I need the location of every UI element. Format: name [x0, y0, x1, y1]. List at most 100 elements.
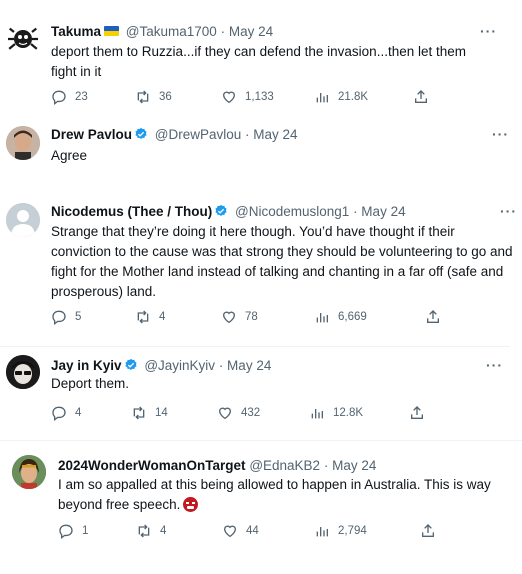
- tweet-header: Takuma @Takuma1700 · May 24: [51, 23, 273, 41]
- retweet-icon: [137, 310, 149, 324]
- tweet-text: Deport them.: [51, 376, 130, 391]
- view-count: 21.8K: [338, 91, 369, 103]
- share-button[interactable]: [409, 404, 433, 422]
- tweet-actions: 23 36 1,133 21.8K: [51, 88, 451, 106]
- more-options-button[interactable]: ···: [480, 23, 497, 39]
- avatar-image: [8, 27, 38, 50]
- tweet-takuma[interactable]: Takuma @Takuma1700 · May 24 ··· deport t…: [0, 0, 522, 110]
- like-count: 432: [241, 407, 261, 419]
- timestamp[interactable]: · May 24: [353, 204, 406, 219]
- like-count: 1,133: [245, 91, 274, 103]
- tweet-text: Strange that they’re doing it here thoug…: [51, 224, 513, 299]
- display-name[interactable]: Drew Pavlou: [51, 127, 132, 142]
- display-name[interactable]: Nicodemus (Thee / Thou): [51, 204, 212, 219]
- views-chart-icon: [311, 409, 323, 419]
- timestamp[interactable]: · May 24: [221, 24, 274, 39]
- ukraine-flag-icon: [104, 26, 120, 36]
- retweet-count: 4: [159, 311, 166, 323]
- views-chart-icon: [316, 313, 328, 323]
- reply-count: 5: [75, 311, 82, 323]
- retweet-count: 36: [159, 91, 172, 103]
- more-options-button[interactable]: ···: [486, 357, 503, 373]
- like-button[interactable]: 1,133: [221, 88, 274, 106]
- views-chart-icon: [316, 527, 328, 537]
- tweet-wonderwoman[interactable]: 2024WonderWomanOnTarget @EdnaKB2 · May 2…: [0, 441, 522, 574]
- reply-button[interactable]: 5: [51, 308, 81, 326]
- views-button[interactable]: 12.8K: [309, 404, 363, 422]
- retweet-button[interactable]: 36: [135, 88, 172, 106]
- tweet-nicodemus[interactable]: Nicodemus (Thee / Thou) @Nicodemuslong1 …: [0, 193, 522, 333]
- tweet-header: Drew Pavlou @DrewPavlou · May 24: [51, 126, 298, 144]
- share-icon: [415, 90, 427, 103]
- view-count: 12.8K: [333, 407, 364, 419]
- avatar[interactable]: [6, 22, 40, 56]
- reply-button[interactable]: 4: [51, 404, 81, 422]
- retweet-button[interactable]: 4: [136, 522, 166, 540]
- views-button[interactable]: 2,794: [314, 522, 367, 540]
- timestamp[interactable]: · May 24: [219, 358, 272, 373]
- reply-count: 23: [75, 91, 88, 103]
- reply-icon: [59, 524, 73, 539]
- avatar[interactable]: [6, 355, 40, 389]
- tweet-text: I am so appalled at this being allowed t…: [58, 475, 508, 515]
- tweet-drew-pavlou[interactable]: Drew Pavlou @DrewPavlou · May 24 ··· Agr…: [0, 112, 522, 192]
- like-count: 44: [246, 525, 259, 537]
- share-button[interactable]: [425, 308, 449, 326]
- view-count: 6,669: [338, 311, 367, 323]
- views-button[interactable]: 6,669: [314, 308, 367, 326]
- tweet-text: Agree: [51, 148, 88, 163]
- share-icon: [422, 524, 434, 537]
- avatar-image: [12, 455, 46, 489]
- tweet-text: deport them to Ruzzia...if they can defe…: [51, 44, 466, 79]
- like-button[interactable]: 44: [222, 522, 259, 540]
- like-count: 78: [245, 311, 258, 323]
- handle[interactable]: @Takuma1700: [126, 24, 217, 39]
- timestamp[interactable]: · May 24: [245, 127, 298, 142]
- retweet-icon: [137, 90, 149, 104]
- views-button[interactable]: 21.8K: [314, 88, 368, 106]
- reply-icon: [52, 90, 66, 105]
- reply-button[interactable]: 23: [51, 88, 88, 106]
- avatar[interactable]: [12, 455, 46, 489]
- more-options-button[interactable]: ···: [492, 126, 509, 142]
- handle[interactable]: @EdnaKB2: [249, 458, 320, 473]
- angry-face-icon: [183, 497, 199, 512]
- share-button[interactable]: [413, 88, 437, 106]
- tweet-actions: 4 14 432 12.8K: [51, 404, 451, 422]
- tweet-jay-in-kyiv[interactable]: Jay in Kyiv @JayinKyiv · May 24 ··· Depo…: [0, 347, 522, 437]
- display-name[interactable]: 2024WonderWomanOnTarget: [58, 458, 246, 473]
- handle[interactable]: @Nicodemuslong1: [235, 204, 349, 219]
- default-avatar-icon: [6, 203, 40, 237]
- retweet-button[interactable]: 4: [135, 308, 165, 326]
- share-button[interactable]: [420, 522, 444, 540]
- handle[interactable]: @DrewPavlou: [155, 127, 241, 142]
- retweet-icon: [133, 406, 145, 420]
- handle[interactable]: @JayinKyiv: [144, 358, 215, 373]
- verified-badge-icon: [135, 127, 147, 139]
- share-icon: [427, 310, 439, 323]
- like-button[interactable]: 432: [217, 404, 260, 422]
- verified-badge-icon: [125, 358, 137, 370]
- tweet-actions: 5 4 78 6,669: [51, 308, 451, 326]
- like-button[interactable]: 78: [221, 308, 258, 326]
- avatar[interactable]: [6, 203, 40, 237]
- retweet-button[interactable]: 14: [131, 404, 168, 422]
- retweet-count: 14: [155, 407, 168, 419]
- more-options-button[interactable]: ···: [500, 203, 517, 219]
- display-name[interactable]: Jay in Kyiv: [51, 358, 122, 373]
- avatar-image: [6, 126, 40, 160]
- tweet-header: Nicodemus (Thee / Thou) @Nicodemuslong1 …: [51, 203, 406, 221]
- reply-button[interactable]: 1: [58, 522, 88, 540]
- retweet-icon: [138, 524, 150, 538]
- display-name[interactable]: Takuma: [51, 24, 101, 39]
- reply-icon: [52, 406, 66, 421]
- verified-badge-icon: [215, 204, 227, 216]
- heart-icon: [222, 91, 236, 104]
- avatar-image: [6, 355, 40, 389]
- tweet-header: 2024WonderWomanOnTarget @EdnaKB2 · May 2…: [58, 457, 376, 475]
- timestamp[interactable]: · May 24: [324, 458, 377, 473]
- share-icon: [411, 406, 423, 419]
- heart-icon: [223, 525, 237, 538]
- reply-icon: [52, 310, 66, 325]
- avatar[interactable]: [6, 126, 40, 160]
